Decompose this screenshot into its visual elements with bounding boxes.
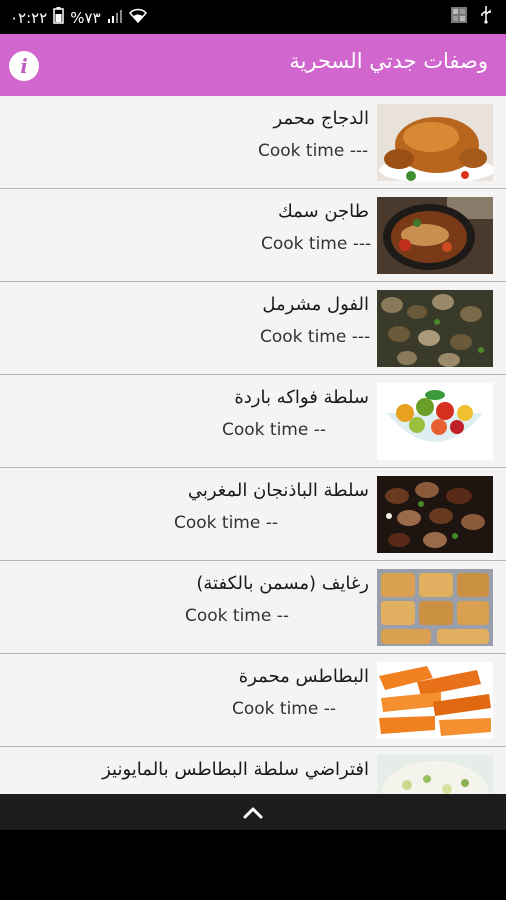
recipe-cook-time: Cook time -- bbox=[222, 420, 327, 440]
recipe-name: البطاطس محمرة bbox=[238, 666, 369, 687]
status-right bbox=[450, 6, 492, 28]
wifi-icon bbox=[128, 8, 147, 28]
chevron-up-icon[interactable] bbox=[240, 803, 266, 821]
recipe-row-fish-tagine[interactable]: طاجن سمك Cook time --- bbox=[0, 189, 506, 282]
recipe-thumbnail-eggplant-salad bbox=[377, 476, 493, 553]
recipe-row-roast-chicken[interactable]: الدجاج محمر Cook time --- bbox=[0, 96, 506, 189]
recipe-cook-time: Cook time -- bbox=[232, 699, 337, 719]
recipe-cook-time: Cook time -- bbox=[185, 606, 290, 626]
battery-percent: %٧٣ bbox=[70, 8, 101, 27]
recipe-name: طاجن سمك bbox=[277, 201, 369, 222]
recipe-cook-time: Cook time --- bbox=[260, 327, 371, 347]
recipe-row-rghaif[interactable]: رغايف (مسمن بالكفتة) Cook time -- bbox=[0, 561, 506, 654]
app-bar: i وصفات جدتي السحرية bbox=[0, 34, 506, 96]
recipe-thumbnail-fruit-salad bbox=[377, 383, 493, 460]
recipe-row-fruit-salad[interactable]: سلطة فواكه باردة Cook time -- bbox=[0, 375, 506, 468]
recipe-thumbnail-fried-potatoes bbox=[377, 662, 493, 739]
recipe-name: رغايف (مسمن بالكفتة) bbox=[196, 573, 369, 594]
usb-icon bbox=[480, 6, 492, 28]
recipe-thumbnail-rghaif bbox=[377, 569, 493, 646]
recipe-list[interactable]: الدجاج محمر Cook time --- طاجن سمك Cook … bbox=[0, 96, 506, 794]
recipe-thumbnail-roast-chicken bbox=[377, 104, 493, 181]
status-left: ٠٢:٢٢ %٧٣ bbox=[10, 7, 147, 28]
navigation-bar bbox=[0, 794, 506, 830]
recipe-thumbnail-fava-beans bbox=[377, 290, 493, 367]
recipe-name: سلطة فواكه باردة bbox=[234, 387, 369, 408]
recipe-thumbnail-fish-tagine bbox=[377, 197, 493, 274]
recipe-name: الفول مشرمل bbox=[262, 294, 369, 315]
bottom-area bbox=[0, 830, 506, 900]
info-icon: i bbox=[20, 54, 28, 78]
recipe-row-fava-beans[interactable]: الفول مشرمل Cook time --- bbox=[0, 282, 506, 375]
info-button[interactable]: i bbox=[9, 51, 39, 81]
signal-icon bbox=[107, 8, 123, 28]
status-bar: ٠٢:٢٢ %٧٣ bbox=[0, 0, 506, 34]
battery-icon bbox=[53, 7, 65, 28]
recipe-cook-time: Cook time --- bbox=[258, 141, 369, 161]
recipe-name: الدجاج محمر bbox=[273, 108, 369, 129]
recipe-cook-time: Cook time -- bbox=[174, 513, 279, 533]
recipe-row-fried-potatoes[interactable]: البطاطس محمرة Cook time -- bbox=[0, 654, 506, 747]
recipe-name: افتراضي سلطة البطاطس بالمايونيز bbox=[102, 759, 369, 780]
app-title: وصفات جدتي السحرية bbox=[289, 49, 488, 73]
recipe-cook-time: Cook time --- bbox=[261, 234, 372, 254]
recipe-name: سلطة الباذنجان المغربي bbox=[187, 480, 369, 501]
clock: ٠٢:٢٢ bbox=[10, 8, 48, 27]
recipe-row-eggplant-salad[interactable]: سلطة الباذنجان المغربي Cook time -- bbox=[0, 468, 506, 561]
recipe-row-potato-salad[interactable]: افتراضي سلطة البطاطس بالمايونيز bbox=[0, 747, 506, 794]
screenshot-icon bbox=[450, 6, 468, 28]
recipe-thumbnail-potato-salad bbox=[377, 755, 493, 794]
